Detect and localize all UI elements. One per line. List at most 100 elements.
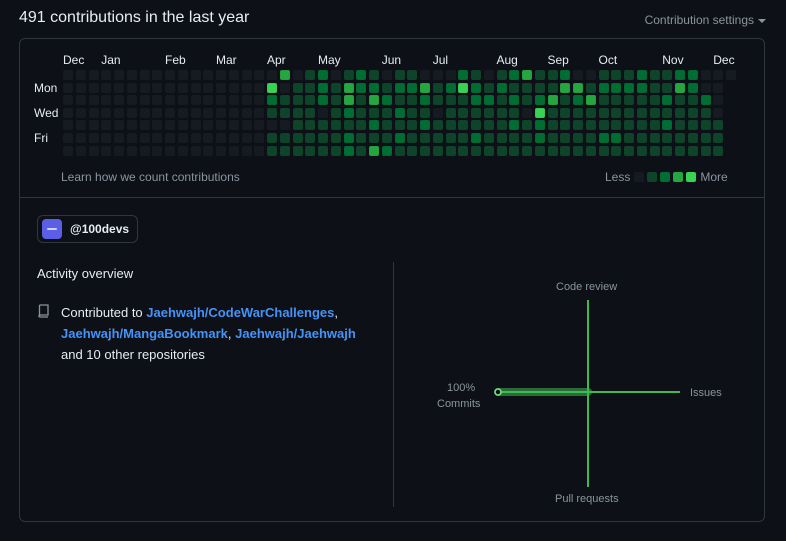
contribution-day-cell[interactable] bbox=[700, 95, 711, 106]
contribution-day-cell[interactable] bbox=[88, 133, 99, 143]
contribution-day-cell[interactable] bbox=[432, 120, 443, 131]
contribution-day-cell[interactable] bbox=[522, 95, 532, 106]
contribution-day-cell[interactable] bbox=[471, 107, 481, 118]
contribution-day-cell[interactable] bbox=[126, 70, 137, 80]
contribution-day-cell[interactable] bbox=[343, 145, 354, 156]
contribution-day-cell[interactable] bbox=[88, 145, 99, 156]
contribution-day-cell[interactable] bbox=[573, 133, 583, 143]
contribution-day-cell[interactable] bbox=[471, 82, 481, 93]
contribution-day-cell[interactable] bbox=[420, 120, 430, 131]
contribution-day-cell[interactable] bbox=[713, 70, 724, 80]
contribution-day-cell[interactable] bbox=[203, 145, 214, 156]
contribution-day-cell[interactable] bbox=[649, 145, 660, 156]
contribution-day-cell[interactable] bbox=[381, 70, 392, 80]
contribution-day-cell[interactable] bbox=[343, 95, 354, 106]
contribution-day-cell[interactable] bbox=[381, 82, 392, 93]
contribution-day-cell[interactable] bbox=[343, 107, 354, 118]
contribution-day-cell[interactable] bbox=[381, 145, 392, 156]
contribution-day-cell[interactable] bbox=[471, 133, 481, 143]
contribution-day-cell[interactable] bbox=[165, 133, 175, 143]
contribution-day-cell[interactable] bbox=[292, 145, 303, 156]
contribution-day-cell[interactable] bbox=[254, 120, 265, 131]
contribution-day-cell[interactable] bbox=[330, 107, 341, 118]
contribution-day-cell[interactable] bbox=[573, 95, 583, 106]
contribution-day-cell[interactable] bbox=[114, 70, 124, 80]
contribution-day-cell[interactable] bbox=[636, 82, 647, 93]
contribution-day-cell[interactable] bbox=[624, 82, 634, 93]
contribution-day-cell[interactable] bbox=[75, 70, 86, 80]
contribution-day-cell[interactable] bbox=[139, 120, 150, 131]
contribution-day-cell[interactable] bbox=[63, 145, 73, 156]
contribution-day-cell[interactable] bbox=[483, 95, 494, 106]
contribution-day-cell[interactable] bbox=[228, 133, 239, 143]
contribution-day-cell[interactable] bbox=[547, 70, 558, 80]
contribution-day-cell[interactable] bbox=[369, 70, 379, 80]
contribution-day-cell[interactable] bbox=[305, 107, 316, 118]
contribution-day-cell[interactable] bbox=[662, 82, 673, 93]
contribution-day-cell[interactable] bbox=[407, 70, 418, 80]
contribution-day-cell[interactable] bbox=[675, 133, 685, 143]
contribution-day-cell[interactable] bbox=[381, 133, 392, 143]
contribution-day-cell[interactable] bbox=[101, 70, 112, 80]
contribution-day-cell[interactable] bbox=[700, 70, 711, 80]
repo-link[interactable]: Jaehwajh/CodeWarChallenges bbox=[146, 305, 334, 320]
contribution-day-cell[interactable] bbox=[598, 133, 609, 143]
contribution-day-cell[interactable] bbox=[432, 145, 443, 156]
contribution-day-cell[interactable] bbox=[573, 70, 583, 80]
contribution-day-cell[interactable] bbox=[394, 70, 405, 80]
contribution-day-cell[interactable] bbox=[445, 70, 456, 80]
contribution-day-cell[interactable] bbox=[114, 95, 124, 106]
contribution-day-cell[interactable] bbox=[432, 107, 443, 118]
contribution-day-cell[interactable] bbox=[139, 133, 150, 143]
contribution-day-cell[interactable] bbox=[700, 145, 711, 156]
contribution-day-cell[interactable] bbox=[292, 107, 303, 118]
contribution-day-cell[interactable] bbox=[585, 145, 596, 156]
contribution-day-cell[interactable] bbox=[356, 145, 367, 156]
contribution-day-cell[interactable] bbox=[330, 145, 341, 156]
contribution-day-cell[interactable] bbox=[279, 133, 290, 143]
contribution-day-cell[interactable] bbox=[432, 82, 443, 93]
contribution-day-cell[interactable] bbox=[228, 107, 239, 118]
contribution-day-cell[interactable] bbox=[343, 82, 354, 93]
contribution-day-cell[interactable] bbox=[394, 82, 405, 93]
contribution-day-cell[interactable] bbox=[522, 82, 532, 93]
contribution-day-cell[interactable] bbox=[190, 133, 201, 143]
contribution-day-cell[interactable] bbox=[356, 107, 367, 118]
contribution-day-cell[interactable] bbox=[611, 145, 622, 156]
contribution-day-cell[interactable] bbox=[636, 120, 647, 131]
contribution-day-cell[interactable] bbox=[165, 145, 175, 156]
contribution-day-cell[interactable] bbox=[483, 70, 494, 80]
contribution-day-cell[interactable] bbox=[152, 82, 163, 93]
contribution-day-cell[interactable] bbox=[114, 145, 124, 156]
contribution-day-cell[interactable] bbox=[547, 82, 558, 93]
contribution-day-cell[interactable] bbox=[713, 120, 724, 131]
contribution-day-cell[interactable] bbox=[254, 107, 265, 118]
contribution-day-cell[interactable] bbox=[152, 107, 163, 118]
contribution-day-cell[interactable] bbox=[687, 133, 698, 143]
contribution-day-cell[interactable] bbox=[624, 107, 634, 118]
contribution-day-cell[interactable] bbox=[471, 120, 481, 131]
contribution-day-cell[interactable] bbox=[318, 107, 328, 118]
contribution-day-cell[interactable] bbox=[356, 120, 367, 131]
contribution-day-cell[interactable] bbox=[534, 133, 545, 143]
contribution-day-cell[interactable] bbox=[114, 82, 124, 93]
contribution-day-cell[interactable] bbox=[292, 95, 303, 106]
contribution-day-cell[interactable] bbox=[190, 120, 201, 131]
contribution-day-cell[interactable] bbox=[420, 107, 430, 118]
contribution-day-cell[interactable] bbox=[522, 133, 532, 143]
contribution-day-cell[interactable] bbox=[471, 70, 481, 80]
repo-link[interactable]: Jaehwajh/Jaehwajh bbox=[235, 326, 356, 341]
contribution-day-cell[interactable] bbox=[228, 145, 239, 156]
contribution-day-cell[interactable] bbox=[547, 95, 558, 106]
contribution-day-cell[interactable] bbox=[573, 120, 583, 131]
contribution-day-cell[interactable] bbox=[483, 133, 494, 143]
contribution-day-cell[interactable] bbox=[165, 107, 175, 118]
contribution-day-cell[interactable] bbox=[394, 107, 405, 118]
contribution-day-cell[interactable] bbox=[585, 107, 596, 118]
contribution-day-cell[interactable] bbox=[369, 95, 379, 106]
organization-filter-button[interactable]: @100devs bbox=[37, 215, 139, 243]
contribution-day-cell[interactable] bbox=[560, 120, 571, 131]
contribution-day-cell[interactable] bbox=[598, 120, 609, 131]
contribution-day-cell[interactable] bbox=[585, 70, 596, 80]
contribution-day-cell[interactable] bbox=[165, 120, 175, 131]
